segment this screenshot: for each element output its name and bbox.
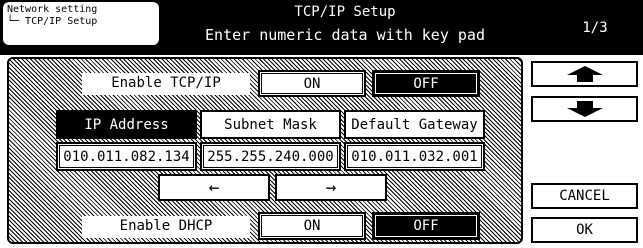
scroll-up-button[interactable] [531,61,638,87]
ok-button[interactable]: OK [531,217,638,243]
breadcrumb: Network setting └─ TCP/IP Setup [3,2,159,45]
enable-tcpip-label: Enable TCP/IP [82,73,250,95]
dhcp-on-button[interactable]: ON [258,212,366,240]
cursor-left-button[interactable]: ← [158,174,270,201]
ip-address-field[interactable]: 010.011.082.134 [56,142,197,171]
scroll-down-button[interactable] [531,96,638,122]
page-title: TCP/IP Setup [294,4,396,20]
tcpip-on-button[interactable]: ON [258,70,366,97]
tab-default-gateway[interactable]: Default Gateway [344,110,485,139]
dhcp-off-button[interactable]: OFF [372,212,480,240]
tcpip-off-button[interactable]: OFF [372,70,480,97]
cancel-button[interactable]: CANCEL [531,183,638,209]
breadcrumb-child: └─ TCP/IP Setup [7,16,98,27]
down-arrow-icon [566,101,603,117]
instruction-text: Enter numeric data with key pad [205,26,485,44]
breadcrumb-parent: Network setting [7,4,98,15]
enable-dhcp-label: Enable DHCP [82,216,250,238]
left-arrow-icon: ← [208,177,220,198]
up-arrow-icon [566,66,603,82]
subnet-mask-field[interactable]: 255.255.240.000 [200,142,341,171]
page-indicator: 1/3 [582,20,608,36]
cursor-right-button[interactable]: → [275,174,387,201]
tab-subnet-mask[interactable]: Subnet Mask [200,110,341,139]
default-gateway-field[interactable]: 010.011.032.001 [344,142,485,171]
right-arrow-icon: → [325,177,337,198]
tab-ip-address[interactable]: IP Address [56,110,197,139]
